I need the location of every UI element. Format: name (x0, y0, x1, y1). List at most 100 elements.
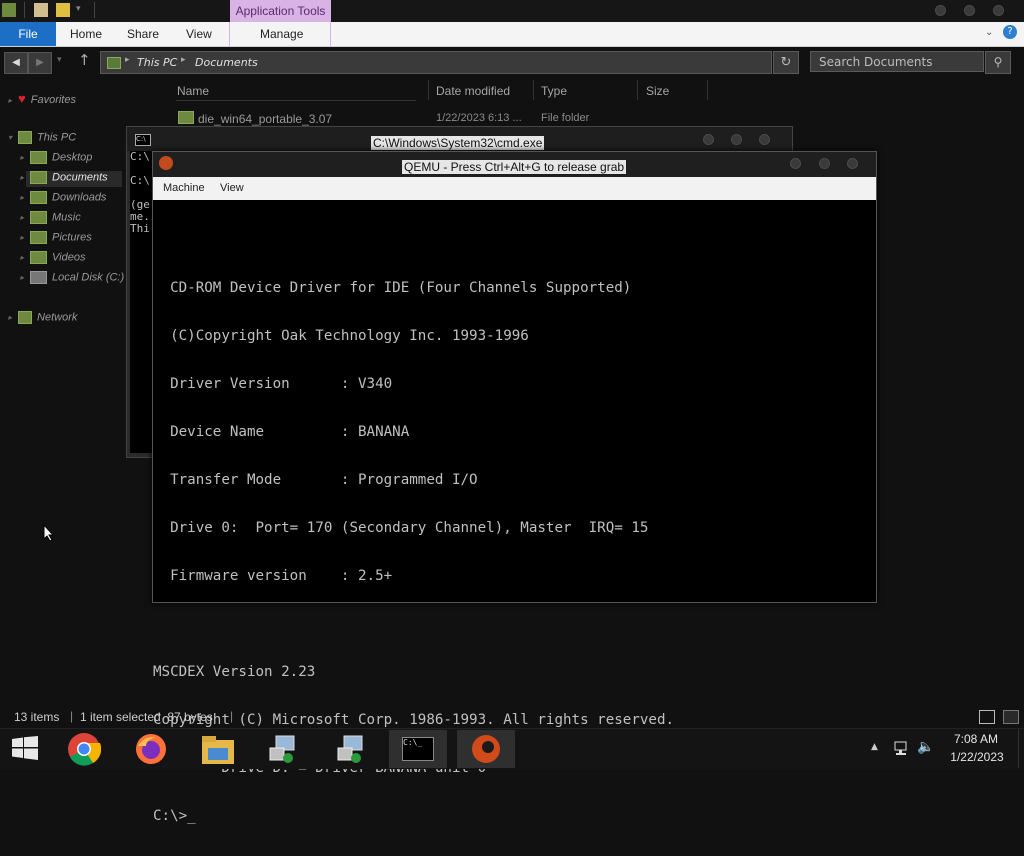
nav-item-label: Documents (52, 171, 108, 184)
dos-line: Device Name : BANANA (153, 424, 410, 440)
dos-line: MSCDEX Version 2.23 (153, 664, 316, 680)
minimize-button[interactable] (935, 5, 946, 16)
application-tools-tab[interactable]: Application Tools (230, 0, 331, 22)
search-icon[interactable]: ⚲ (985, 51, 1011, 74)
column-type[interactable]: Type (541, 84, 567, 98)
column-divider[interactable] (707, 80, 708, 100)
tab-share[interactable]: Share (127, 22, 159, 46)
header-underline (176, 100, 416, 101)
dos-line: (C)Copyright Oak Technology Inc. 1993-19… (153, 328, 529, 344)
breadcrumb-this-pc[interactable]: This PC (137, 56, 177, 69)
quick-access-dropdown-icon[interactable]: ▾ (76, 4, 81, 14)
dos-line: CD-ROM Device Driver for IDE (Four Chann… (153, 280, 632, 296)
status-separator: | (70, 709, 74, 723)
tab-file[interactable]: File (0, 22, 56, 46)
back-button[interactable]: ◀ (4, 52, 28, 74)
breadcrumb-separator-icon: ▸ (181, 55, 186, 65)
up-arrow-icon[interactable]: ↑ (78, 51, 91, 69)
dos-line: Firmware version : 2.5+ (153, 568, 393, 584)
taskbar-app-2[interactable] (324, 730, 382, 768)
taskbar-cmd[interactable]: C:\_ (389, 730, 447, 768)
forward-button[interactable]: ▶ (28, 52, 52, 74)
properties-icon[interactable] (34, 3, 48, 17)
search-input[interactable]: Search Documents (810, 51, 984, 72)
file-name[interactable]: die_win64_portable_3.07 (198, 112, 332, 126)
qemu-guest-screen[interactable]: CD-ROM Device Driver for IDE (Four Chann… (153, 200, 876, 824)
volume-icon[interactable]: 🔈 (917, 739, 934, 755)
nav-item-label: Local Disk (C:) (52, 271, 125, 284)
pictures-folder-icon (30, 231, 48, 244)
details-view-icon[interactable] (979, 710, 995, 724)
tab-home[interactable]: Home (70, 22, 102, 46)
nav-item-desktop[interactable]: ▸ Desktop (20, 151, 92, 164)
show-hidden-icons-icon[interactable]: ▲ (871, 742, 878, 752)
cmd-icon: C:\ (135, 134, 151, 146)
nav-favorites-label: Favorites (30, 94, 76, 106)
cmd-console[interactable]: C:\ C:\ (ge me. Thi (130, 151, 154, 453)
status-bar: 13 items | 1 item selected 87 bytes | (0, 706, 1024, 728)
nav-item-local-disk[interactable]: ▸ Local Disk (C:) (20, 271, 124, 284)
nav-item-pictures[interactable]: ▸ Pictures (20, 231, 92, 244)
qemu-title-bar[interactable]: QEMU - Press Ctrl+Alt+G to release grab (153, 152, 876, 177)
maximize-button[interactable] (964, 5, 975, 16)
nav-this-pc[interactable]: ▾ This PC (8, 131, 76, 144)
column-divider[interactable] (533, 80, 534, 100)
breadcrumb-separator-icon: ▸ (125, 55, 130, 65)
cmd-title-bar[interactable]: C:\ C:\Windows\System32\cmd.exe (127, 127, 792, 151)
clock-date[interactable]: 1/22/2023 (946, 750, 1008, 764)
favorites-heart-icon: ♥ (18, 91, 26, 106)
selection-info: 1 item selected 87 bytes (80, 710, 213, 724)
taskbar-app-1[interactable] (256, 730, 314, 768)
column-date-modified[interactable]: Date modified (436, 84, 510, 98)
column-size[interactable]: Size (646, 84, 669, 98)
downloads-folder-icon (30, 191, 48, 204)
new-folder-icon[interactable] (56, 3, 70, 17)
column-divider[interactable] (637, 80, 638, 100)
qemu-close-button[interactable] (847, 158, 858, 169)
chrome-icon[interactable] (67, 732, 101, 766)
network-tray-icon[interactable] (893, 739, 911, 757)
refresh-icon[interactable]: ↻ (773, 51, 799, 74)
nav-network[interactable]: ▸ Network (8, 311, 77, 324)
show-desktop-button[interactable] (1018, 729, 1024, 768)
nav-item-label: Desktop (52, 151, 93, 164)
ribbon-expand-icon[interactable]: ⌄ (985, 27, 993, 38)
cmd-minimize-button[interactable] (703, 134, 714, 145)
clock-time[interactable]: 7:08 AM (952, 732, 1000, 746)
tab-view[interactable]: View (186, 22, 212, 46)
cmd-close-button[interactable] (759, 134, 770, 145)
breadcrumb-documents[interactable]: Documents (195, 56, 258, 69)
cmd-title: C:\Windows\System32\cmd.exe (371, 132, 545, 151)
qemu-menu-bar: Machine View (153, 177, 876, 200)
nav-item-downloads[interactable]: ▸ Downloads (20, 191, 106, 204)
close-button[interactable] (993, 5, 1004, 16)
nav-item-documents[interactable]: ▸ Documents (20, 171, 108, 184)
firefox-icon[interactable] (134, 732, 168, 766)
menu-view[interactable]: View (220, 182, 244, 194)
start-button[interactable] (12, 736, 38, 760)
help-icon[interactable]: ? (1003, 25, 1017, 39)
recent-locations-icon[interactable]: ▾ (57, 55, 62, 65)
qemu-maximize-button[interactable] (819, 158, 830, 169)
dos-prompt: C:\>_ (153, 808, 196, 824)
qemu-window[interactable]: QEMU - Press Ctrl+Alt+G to release grab … (152, 151, 877, 824)
menu-machine[interactable]: Machine (163, 182, 205, 194)
address-bar[interactable]: ▸ This PC ▸ Documents (100, 51, 772, 74)
nav-favorites[interactable]: ▸ ♥ Favorites (8, 91, 76, 106)
nav-item-videos[interactable]: ▸ Videos (20, 251, 85, 264)
column-divider[interactable] (428, 80, 429, 100)
column-name[interactable]: Name (177, 84, 209, 98)
large-icons-view-icon[interactable] (1003, 710, 1019, 724)
cmd-maximize-button[interactable] (731, 134, 742, 145)
cmd-line: C:\ (130, 151, 150, 163)
qemu-minimize-button[interactable] (790, 158, 801, 169)
dos-line: Drive 0: Port= 170 (Secondary Channel), … (153, 520, 649, 536)
cmd-title-text: C:\Windows\System32\cmd.exe (371, 136, 545, 150)
nav-item-music[interactable]: ▸ Music (20, 211, 81, 224)
tab-manage[interactable]: Manage (260, 22, 303, 46)
network-install-icon-2 (337, 735, 363, 763)
taskbar-qemu[interactable] (457, 730, 515, 768)
dos-line-blank (153, 616, 876, 632)
file-explorer-icon[interactable] (200, 732, 236, 766)
local-disk-icon (30, 271, 48, 284)
